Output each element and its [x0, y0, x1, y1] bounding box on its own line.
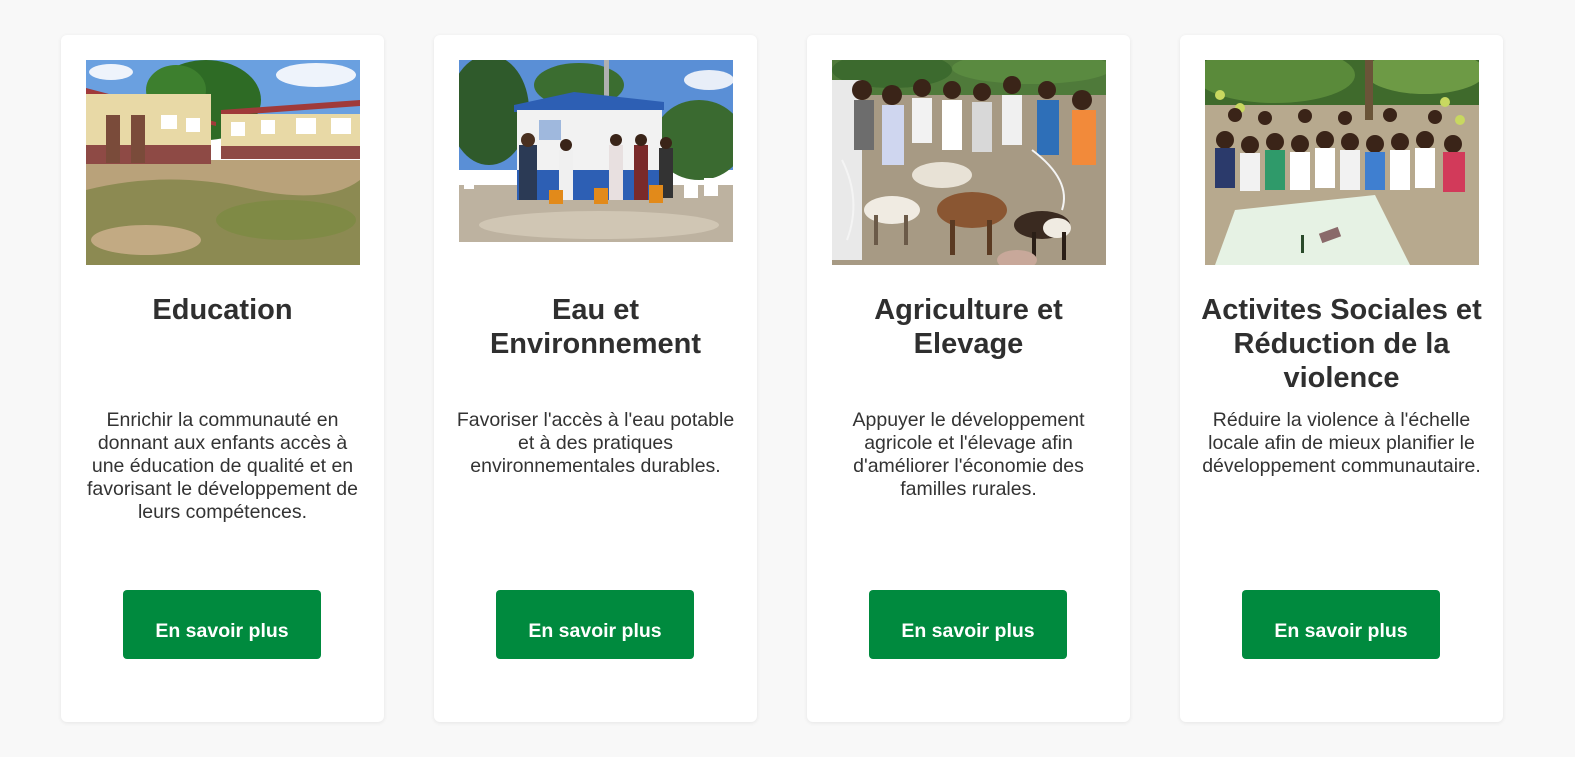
learn-more-button[interactable]: En savoir plus: [869, 590, 1067, 659]
card-title: Eau et Environnement: [489, 294, 702, 360]
card-description: Enrichir la communauté en donnant aux en…: [86, 409, 358, 523]
goats-distribution-photo: [832, 60, 1106, 265]
program-cards: Education Enrichir la communauté en donn…: [61, 35, 1503, 722]
learn-more-button[interactable]: En savoir plus: [1242, 590, 1440, 659]
card-agriculture-elevage: Agriculture et Elevage Appuyer le dévelo…: [807, 35, 1130, 722]
card-title: Agriculture et Elevage: [874, 294, 1063, 360]
card-title: Education: [152, 294, 293, 326]
card-title: Activites Sociales et Réduction de la vi…: [1201, 294, 1482, 394]
card-description: Réduire la violence à l'échelle locale a…: [1202, 409, 1481, 477]
card-activites-sociales: Activites Sociales et Réduction de la vi…: [1180, 35, 1503, 722]
community-meeting-photo: [1205, 60, 1479, 265]
card-education: Education Enrichir la communauté en donn…: [61, 35, 384, 722]
card-description: Appuyer le développement agricole et l'é…: [852, 409, 1085, 500]
card-description: Favoriser l'accès à l'eau potable et à d…: [456, 409, 735, 477]
water-kiosk-photo: [459, 60, 733, 242]
learn-more-button[interactable]: En savoir plus: [123, 590, 321, 659]
learn-more-button[interactable]: En savoir plus: [496, 590, 694, 659]
card-eau-environnement: Eau et Environnement Favoriser l'accès à…: [434, 35, 757, 722]
school-building-photo: [86, 60, 360, 265]
